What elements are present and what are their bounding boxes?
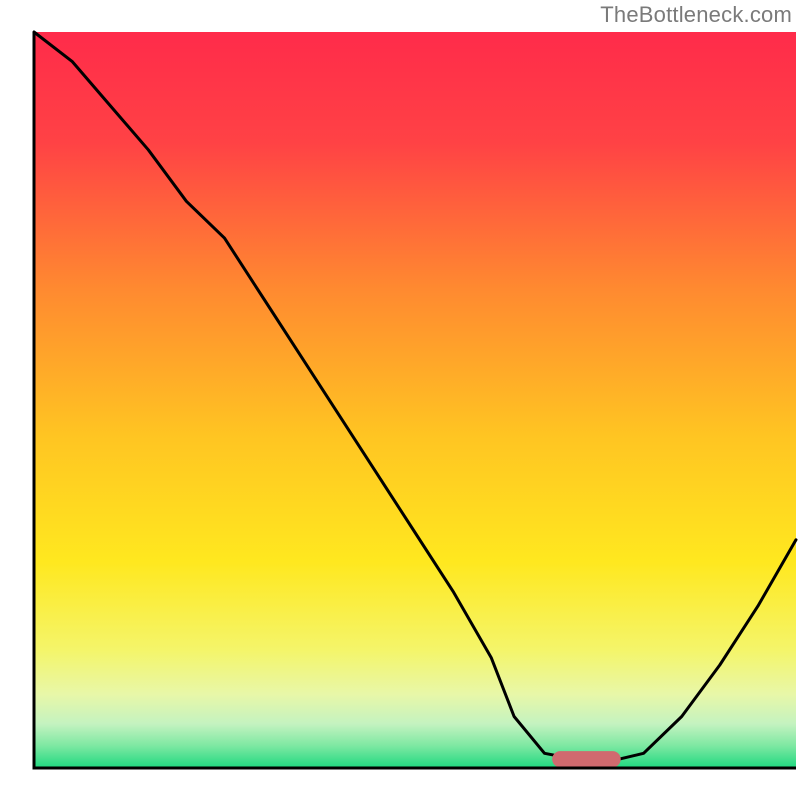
chart-svg (0, 0, 800, 800)
chart-gradient-bg (34, 32, 796, 768)
bottleneck-chart (0, 0, 800, 800)
optimum-marker (552, 751, 621, 767)
watermark-label: TheBottleneck.com (600, 2, 792, 28)
